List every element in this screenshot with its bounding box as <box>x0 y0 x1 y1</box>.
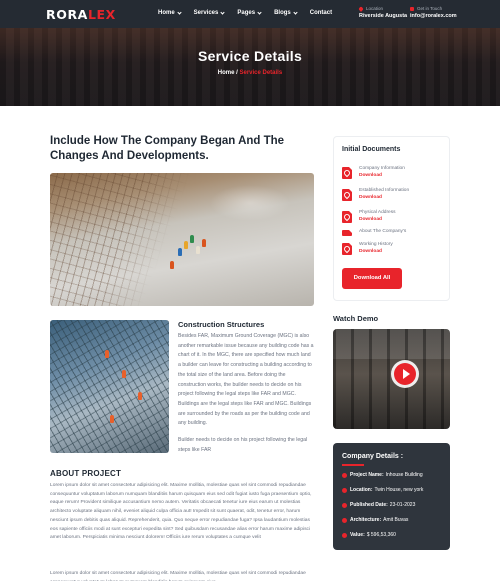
company-detail-row: Architecture: Amit Buvas <box>342 517 408 523</box>
section-title: Construction Structures <box>178 320 265 329</box>
company-detail-row: Value: $ 596,53,360 <box>342 532 396 538</box>
documents-title: Initial Documents <box>342 146 401 153</box>
document-item[interactable]: Established Information Download <box>342 188 442 208</box>
worker-figure <box>202 239 206 247</box>
document-item[interactable]: Company Information Download <box>342 166 442 186</box>
worker-figure <box>196 246 200 254</box>
building-icon <box>342 472 347 478</box>
worker-figure <box>190 235 194 243</box>
page-title: Service Details <box>197 48 303 64</box>
page-hero <box>0 28 500 106</box>
header-email: Get in Touch info@roralex.com <box>410 6 457 19</box>
nav-services[interactable]: Services <box>194 9 225 16</box>
play-icon <box>394 363 416 385</box>
document-item[interactable]: Working History Download <box>342 242 442 262</box>
worker-figure <box>138 392 142 400</box>
nav-blogs[interactable]: Blogs <box>274 9 298 16</box>
main-nav: Home Services Pages Blogs Contact <box>158 9 345 16</box>
breadcrumb-home[interactable]: Home <box>218 70 235 76</box>
chevron-down-icon <box>293 9 298 15</box>
worker-figure <box>110 415 114 423</box>
dollar-icon <box>342 532 347 538</box>
pdf-icon <box>342 230 352 236</box>
rebar-workers-image <box>50 320 169 453</box>
download-all-button[interactable]: Download All <box>342 268 402 289</box>
pdf-icon <box>342 243 352 255</box>
service-heading: Include How The Company Began And The Ch… <box>50 135 285 162</box>
title-underline <box>342 464 364 466</box>
worker-figure <box>170 261 174 269</box>
site-header: RORALEX Home Services Pages Blogs Contac… <box>0 0 500 28</box>
download-link[interactable]: Download <box>359 217 382 222</box>
mail-icon <box>410 6 414 11</box>
nav-pages[interactable]: Pages <box>237 9 262 16</box>
document-item[interactable]: About The Company's <box>342 229 442 239</box>
chevron-down-icon <box>257 9 262 15</box>
section-body: Besides FAR, Maximum Ground Coverage (MG… <box>178 333 314 427</box>
company-details-title: Company Details : <box>342 453 404 460</box>
chevron-down-icon <box>177 9 182 15</box>
worker-figure <box>184 241 188 249</box>
worker-figure <box>122 370 126 378</box>
about-paragraph: Lorem ipsum dolor sit amet consectetur a… <box>50 571 306 581</box>
pdf-icon <box>342 189 352 201</box>
about-paragraph: Lorem ipsum dolor sit amet consectetur a… <box>50 483 312 541</box>
document-item[interactable]: Physical Address Download <box>342 210 442 230</box>
calendar-icon <box>342 502 347 508</box>
location-pin-icon <box>358 5 364 12</box>
company-detail-row: Published Date: 23-01-2023 <box>342 502 415 508</box>
section-body-extra: Builder needs to decide on his project f… <box>178 437 308 453</box>
pdf-icon <box>342 167 352 179</box>
nav-home[interactable]: Home <box>158 9 182 16</box>
location-icon <box>342 487 347 493</box>
chevron-down-icon <box>220 9 225 15</box>
worker-figure <box>178 248 182 256</box>
nav-contact[interactable]: Contact <box>310 10 332 16</box>
worker-figure <box>105 350 109 358</box>
pdf-icon <box>342 211 352 223</box>
breadcrumb: Home / Service Details <box>217 70 283 76</box>
header-location: Location Riverside Augusta <box>358 5 408 19</box>
breadcrumb-current: Service Details <box>239 70 283 76</box>
company-detail-row: Project Name: Inhouse Building <box>342 472 423 478</box>
header-email-link[interactable]: info@roralex.com <box>410 13 457 19</box>
about-project-title: ABOUT PROJECT <box>50 469 122 478</box>
construction-site-image <box>50 173 314 306</box>
download-link[interactable]: Download <box>359 195 382 200</box>
logo[interactable]: RORALEX <box>46 7 116 22</box>
download-link[interactable]: Download <box>359 249 382 254</box>
user-icon <box>342 517 347 523</box>
download-link[interactable]: Download <box>359 173 382 178</box>
play-button[interactable] <box>391 360 419 388</box>
company-detail-row: Location: Twin House, new york <box>342 487 423 493</box>
watch-demo-title: Watch Demo <box>333 314 379 323</box>
